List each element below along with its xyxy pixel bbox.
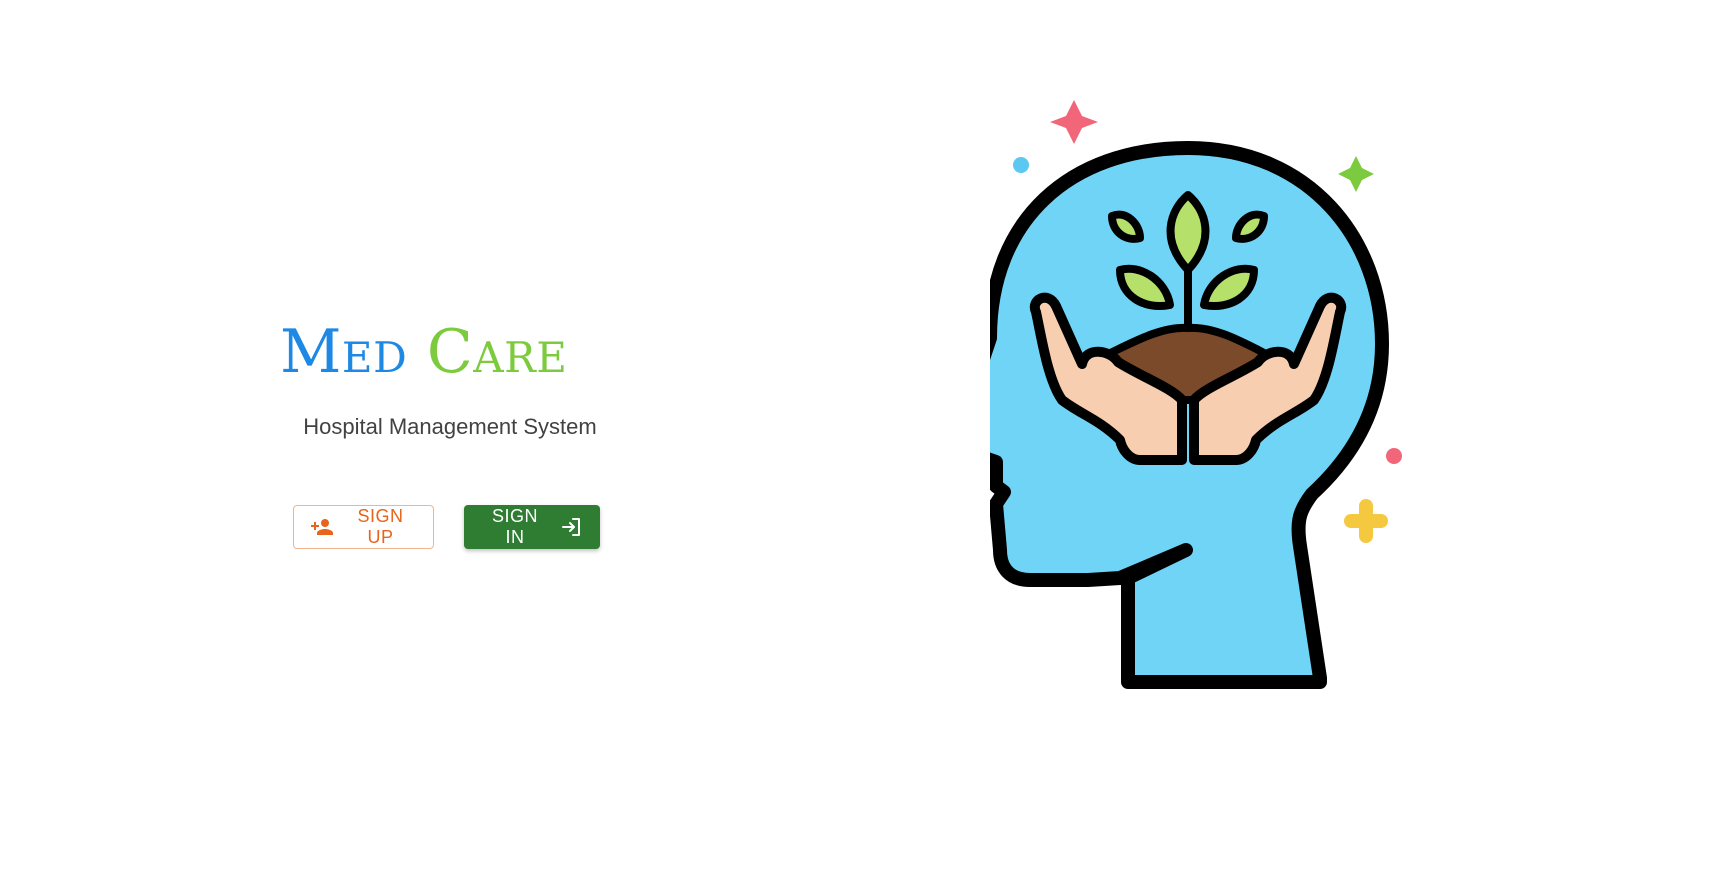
green-sparkle-icon (1338, 156, 1374, 192)
app-subtitle: Hospital Management System (303, 414, 597, 439)
app-logo: Med Care (280, 322, 567, 382)
red-sparkle-icon (1050, 100, 1098, 144)
brand-block: Med Care Hospital Management System SIGN… (250, 300, 650, 600)
logo-text-med: Med (280, 317, 408, 387)
logo-text-care: Care (426, 317, 568, 387)
sign-up-button[interactable]: SIGN UP (293, 505, 434, 549)
sign-in-label: SIGN IN (491, 506, 538, 547)
yellow-plus-icon (1344, 499, 1388, 543)
blue-dot-icon (1013, 157, 1029, 173)
pink-dot-icon (1386, 448, 1402, 464)
mental-health-head-icon (990, 100, 1402, 689)
sign-up-label: SIGN UP (357, 506, 404, 547)
login-icon (560, 515, 584, 539)
sign-in-button[interactable]: SIGN IN (464, 505, 600, 549)
person-add-icon (310, 515, 334, 539)
